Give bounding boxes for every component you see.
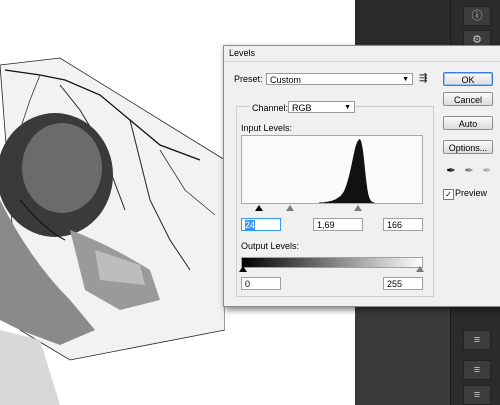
layer-tool-icon-3[interactable]: ≡ xyxy=(463,385,491,405)
layer-tool-icon[interactable]: ≡ xyxy=(463,330,491,350)
black-eyedropper-icon[interactable]: ✒ xyxy=(444,164,458,178)
histogram-graph xyxy=(242,139,422,203)
dialog-title: Levels xyxy=(224,46,500,62)
input-black-field[interactable]: 24 xyxy=(241,218,281,231)
input-gamma-value: 1,69 xyxy=(317,220,335,230)
auto-button[interactable]: Auto xyxy=(443,116,493,130)
document-canvas[interactable] xyxy=(0,0,225,405)
output-black-handle[interactable] xyxy=(239,266,247,272)
input-levels-label: Input Levels: xyxy=(241,123,293,133)
histogram xyxy=(241,135,423,204)
gray-eyedropper-icon[interactable]: ✒ xyxy=(462,164,476,178)
output-white-value: 255 xyxy=(387,279,403,289)
black-point-handle[interactable] xyxy=(255,205,263,211)
white-eyedropper-icon[interactable]: ✒ xyxy=(480,164,494,178)
histogram-area xyxy=(242,139,422,203)
gamma-handle[interactable] xyxy=(286,205,294,211)
output-black-value: 0 xyxy=(245,279,251,289)
output-white-handle[interactable] xyxy=(416,266,424,272)
channel-label: Channel: xyxy=(250,103,291,113)
output-white-field[interactable]: 255 xyxy=(383,277,423,290)
chevron-down-icon: ▼ xyxy=(344,104,351,111)
options-button[interactable]: Options... xyxy=(443,140,493,154)
preset-options-icon[interactable]: ⇶ xyxy=(419,73,427,84)
chevron-down-icon: ▼ xyxy=(402,76,409,83)
ok-button[interactable]: OK xyxy=(443,72,493,86)
channel-select[interactable]: RGB ▼ xyxy=(288,101,355,113)
output-black-field[interactable]: 0 xyxy=(241,277,281,290)
input-white-value: 166 xyxy=(387,220,403,230)
white-point-handle[interactable] xyxy=(354,205,362,211)
canvas-artwork xyxy=(0,57,225,405)
preview-checkbox[interactable]: ✓ xyxy=(443,189,454,200)
preset-label: Preset: xyxy=(234,74,263,84)
input-levels-slider[interactable] xyxy=(241,204,421,212)
input-black-value: 24 xyxy=(245,220,256,230)
input-gamma-field[interactable]: 1,69 xyxy=(313,218,363,231)
input-white-field[interactable]: 166 xyxy=(383,218,423,231)
check-icon: ✓ xyxy=(445,190,452,199)
preview-label: Preview xyxy=(455,188,488,198)
cancel-button[interactable]: Cancel xyxy=(443,92,493,106)
output-levels-label: Output Levels: xyxy=(241,241,300,251)
output-levels-slider[interactable] xyxy=(239,266,424,274)
preset-select[interactable]: Custom ▼ xyxy=(266,73,413,85)
preset-value: Custom xyxy=(270,75,302,85)
info-icon[interactable]: ⓘ xyxy=(463,6,491,26)
layer-tool-icon-2[interactable]: ≡ xyxy=(463,360,491,380)
channel-value: RGB xyxy=(292,103,312,113)
